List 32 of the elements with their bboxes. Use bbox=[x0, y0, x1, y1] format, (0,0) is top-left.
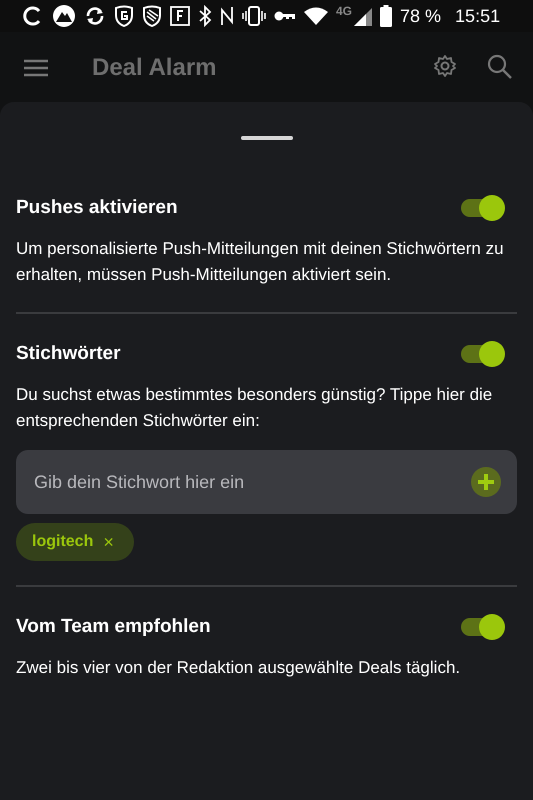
vibrate-icon bbox=[242, 5, 266, 27]
signal-icon bbox=[354, 6, 372, 26]
clock: 15:51 bbox=[455, 6, 500, 26]
wifi-icon bbox=[304, 7, 328, 25]
search-icon[interactable] bbox=[487, 54, 513, 80]
battery-icon bbox=[380, 5, 392, 27]
section-description: Zwei bis vier von der Redaktion ausgewählte Deals täglich. bbox=[16, 657, 462, 679]
battery-level: 78 % bbox=[400, 6, 442, 26]
mountain-icon bbox=[52, 4, 76, 28]
shield-g-icon bbox=[114, 5, 134, 27]
menu-icon[interactable] bbox=[24, 59, 48, 77]
nfc-icon bbox=[220, 6, 234, 26]
drag-handle[interactable] bbox=[240, 136, 292, 140]
app-title: Deal Alarm bbox=[92, 54, 218, 82]
bluetooth-icon bbox=[198, 5, 212, 27]
chip-label: logitech bbox=[32, 533, 94, 551]
refresh-icon bbox=[84, 5, 106, 27]
network-type: 4G bbox=[336, 4, 352, 18]
add-icon[interactable] bbox=[471, 467, 501, 497]
section-title: Stichwörter bbox=[16, 343, 121, 365]
keyword-input-field[interactable]: Gib dein Stichwort hier ein bbox=[32, 470, 471, 494]
settings-icon[interactable] bbox=[433, 54, 457, 78]
keyword-chip[interactable]: logitech × bbox=[16, 523, 134, 561]
section-description: Du suchst etwas bestimmtes besonders günstig? Tippe hier die entsprechenden Stichwörter ein: bbox=[16, 384, 494, 432]
f-box-icon bbox=[170, 6, 190, 26]
keyword-field[interactable]: Gib dein Stichwort hier ein bbox=[16, 450, 517, 514]
section-description: Um personalisierte Push-Mitteilungen mit deinen Stichwörtern zu erhalten, müssen Push-Mitteilungen aktiviert sein. bbox=[16, 238, 505, 286]
section-title: Pushes aktivieren bbox=[16, 197, 178, 219]
section-title: Vom Team empfohlen bbox=[16, 616, 211, 638]
key-icon bbox=[274, 9, 296, 23]
shield-icon bbox=[142, 5, 162, 27]
remove-chip-button[interactable]: × bbox=[103, 532, 114, 552]
